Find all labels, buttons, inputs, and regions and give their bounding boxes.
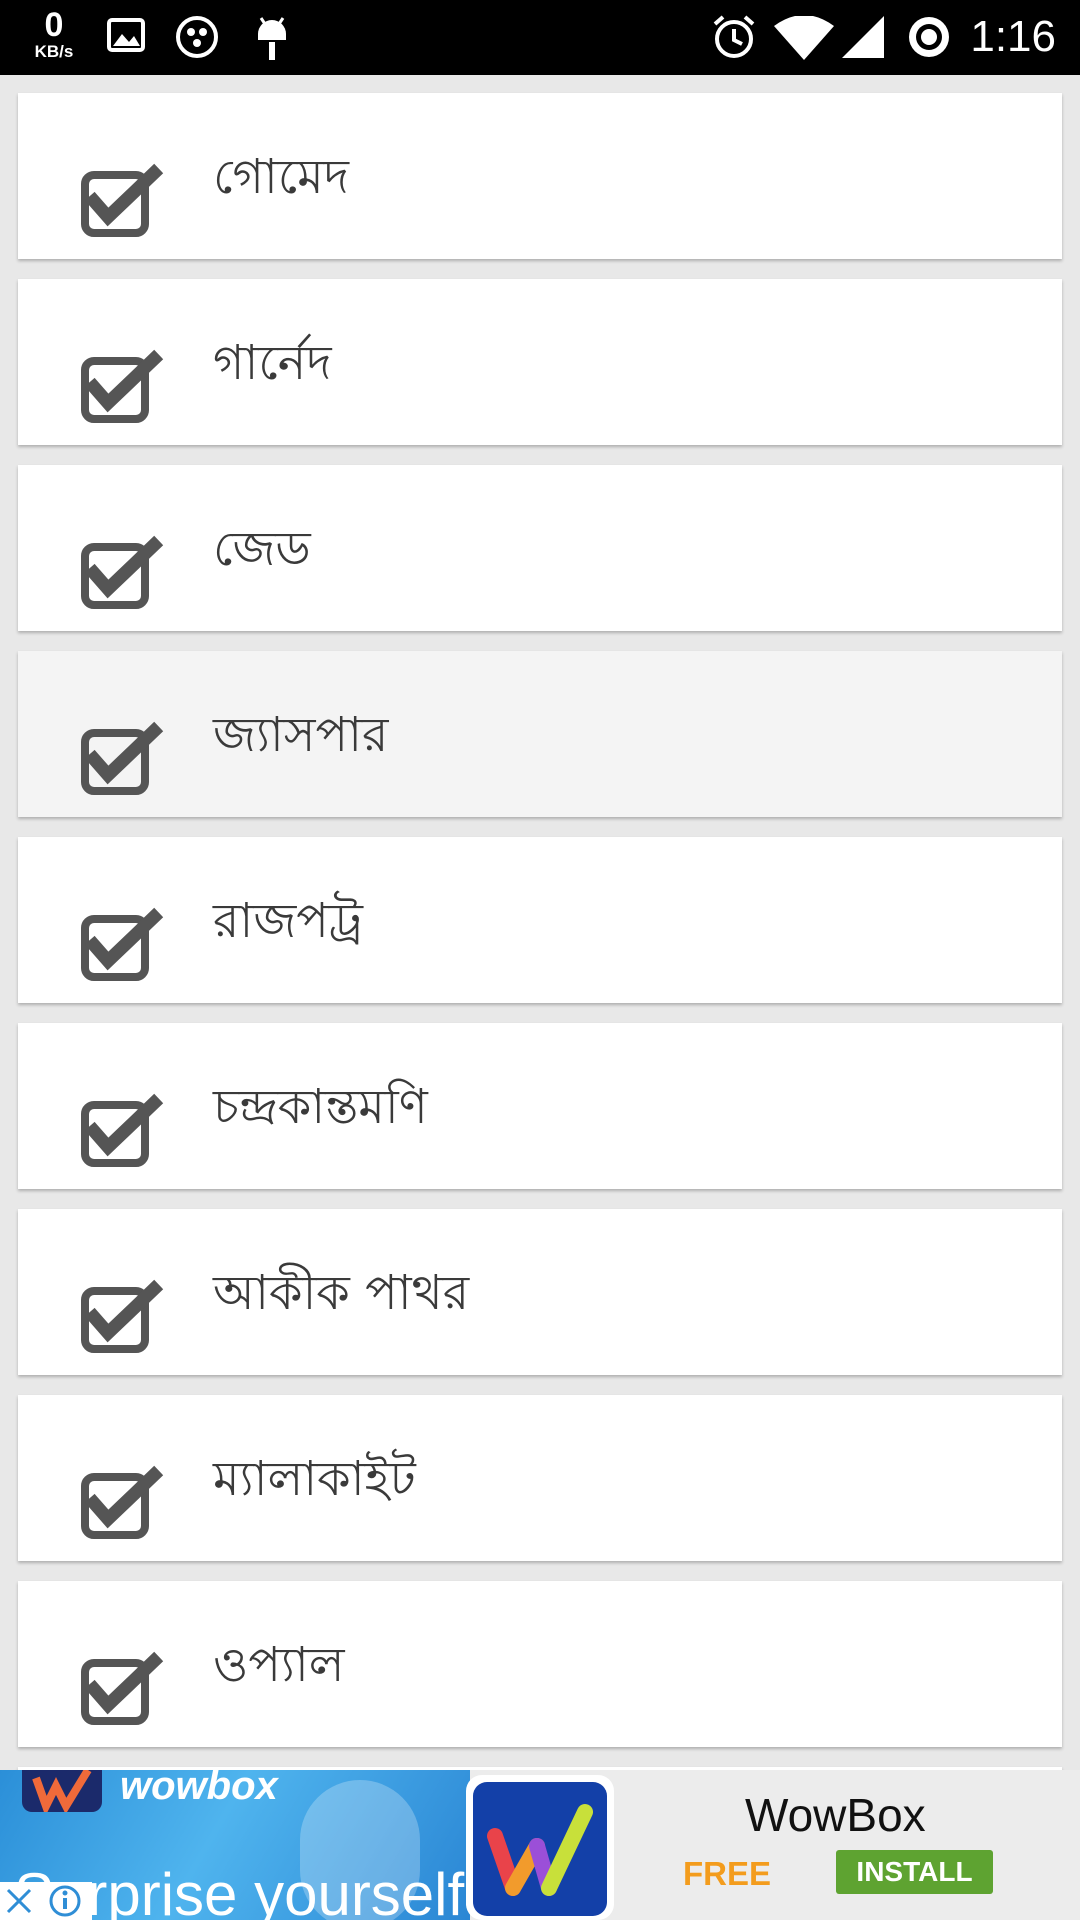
gemstone-list[interactable]: গোমেদ গার্নেদ জেড জ্যাসপার রাজপট্র চন্দ্…	[0, 75, 1080, 1770]
checkbox-checked-icon[interactable]	[64, 1279, 164, 1359]
clock: 1:16	[970, 12, 1056, 61]
item-label: গার্নেদ	[213, 335, 332, 391]
ad-image[interactable]: wowbox Surprise yourself	[0, 1770, 470, 1920]
ad-banner[interactable]: wowbox Surprise yourself WowBox FREE INS…	[0, 1770, 1080, 1920]
checkbox-checked-icon[interactable]	[64, 721, 164, 801]
network-speed: 0 KB/s	[26, 8, 82, 60]
checkbox-checked-icon[interactable]	[64, 163, 164, 243]
android-debug-icon	[252, 12, 292, 66]
item-label: আকীক পাথর	[213, 1265, 470, 1321]
list-item[interactable]: রাজপট্র	[18, 837, 1062, 1003]
ad-brand: wowbox	[120, 1770, 278, 1808]
list-item[interactable]: গোমেদ	[18, 93, 1062, 259]
item-label: ওপ্যাল	[213, 1637, 345, 1693]
wifi-icon	[773, 15, 835, 64]
list-item[interactable]: চন্দ্রকান্তমণি	[18, 1023, 1062, 1189]
checkbox-checked-icon[interactable]	[64, 1651, 164, 1731]
item-label: গোমেদ	[213, 149, 350, 205]
ad-info-icon[interactable]	[38, 1882, 92, 1920]
checkbox-checked-icon[interactable]	[64, 1465, 164, 1545]
item-label: চন্দ্রকান্তমণি	[213, 1079, 428, 1135]
sync-icon	[905, 13, 953, 65]
app-icon	[174, 14, 220, 64]
checkbox-checked-icon[interactable]	[64, 535, 164, 615]
status-bar: 0 KB/s 1:16	[0, 0, 1080, 75]
list-item[interactable]: ওপ্যাল	[18, 1581, 1062, 1747]
signal-icon	[840, 14, 886, 64]
network-speed-value: 0	[44, 6, 64, 44]
item-label: জেড	[213, 521, 311, 577]
checkbox-checked-icon[interactable]	[64, 907, 164, 987]
wowbox-mini-logo-icon	[22, 1770, 102, 1817]
list-item[interactable]: আকীক পাথর	[18, 1209, 1062, 1375]
item-label: ম্যালাকাইট	[213, 1451, 416, 1507]
ad-close-icon[interactable]	[0, 1882, 38, 1920]
network-speed-unit: KB/s	[34, 42, 74, 61]
ad-app-title: WowBox	[745, 1789, 926, 1841]
list-item[interactable]: ম্যালাকাইট	[18, 1395, 1062, 1561]
alarm-icon	[712, 14, 756, 64]
checkbox-checked-icon[interactable]	[64, 349, 164, 429]
checkbox-checked-icon[interactable]	[64, 1093, 164, 1173]
list-item[interactable]: জেড	[18, 465, 1062, 631]
list-item[interactable]: জ্যাসপার	[18, 651, 1062, 817]
item-label: রাজপট্র	[213, 893, 363, 949]
list-item[interactable]: গার্নেদ	[18, 279, 1062, 445]
ad-price: FREE	[683, 1855, 772, 1892]
wowbox-logo-icon	[473, 1782, 607, 1916]
item-label: জ্যাসপার	[213, 707, 389, 763]
image-icon	[107, 14, 145, 58]
wowbox-app-logo[interactable]	[466, 1775, 614, 1920]
install-button[interactable]: INSTALL	[836, 1850, 993, 1894]
